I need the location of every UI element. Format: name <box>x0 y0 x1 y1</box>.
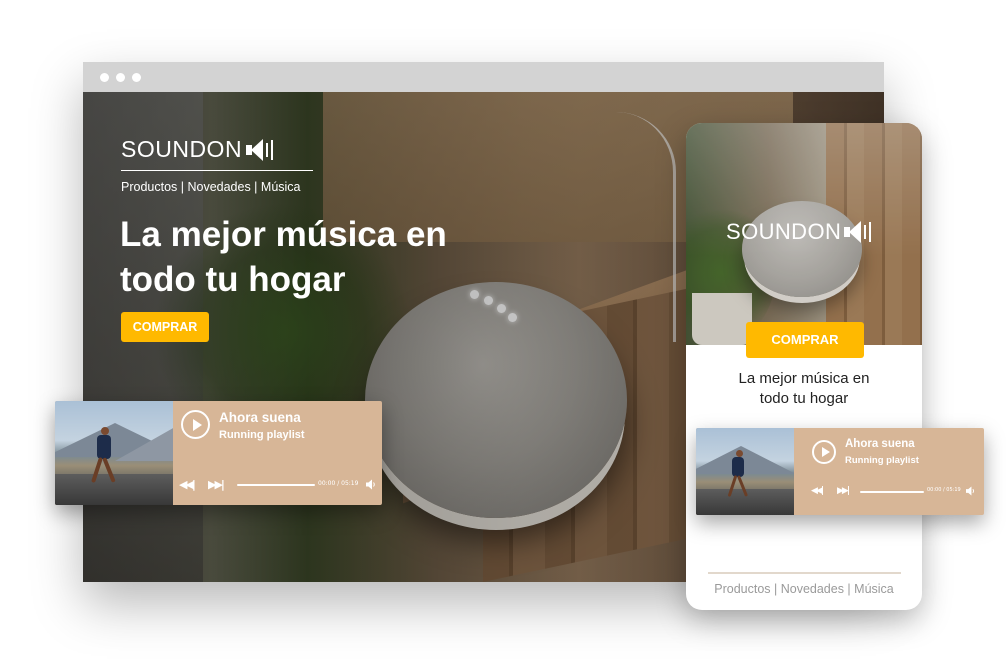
now-playing-label: Ahora suena <box>219 410 301 425</box>
music-player-desktop: Ahora suena Running playlist ◀◀| ▶▶| 00:… <box>55 401 382 505</box>
mobile-player-thumbnail <box>696 428 794 515</box>
mobile-buy-button[interactable]: COMPRAR <box>746 322 864 358</box>
mobile-headline-line1: La mejor música en <box>738 370 870 387</box>
runner-body <box>97 435 111 459</box>
playlist-name: Running playlist <box>219 429 305 441</box>
brand-logo[interactable]: SOUNDON <box>121 136 276 163</box>
brand-name: SOUNDON <box>121 136 243 162</box>
fast-forward-icon[interactable]: ▶▶| <box>837 486 850 496</box>
mobile-hero-image: SOUNDON <box>686 123 922 345</box>
play-icon[interactable] <box>181 410 210 439</box>
progress-track[interactable] <box>860 491 924 493</box>
playlist-name: Running playlist <box>845 455 919 466</box>
mobile-mock: SOUNDON COMPRAR La mejor música en todo … <box>686 123 922 610</box>
time-readout: 00:00 / 05:19 <box>927 487 961 493</box>
volume-icon[interactable] <box>966 486 976 496</box>
mobile-brand-logo[interactable]: SOUNDON <box>726 219 874 245</box>
mobile-brand-name: SOUNDON <box>726 219 842 244</box>
mobile-headline: La mejor música en todo tu hogar <box>686 369 922 409</box>
brand-divider <box>121 170 313 171</box>
music-player-mobile: Ahora suena Running playlist ◀◀| ▶▶| 00:… <box>696 428 984 515</box>
thumb-mountain <box>696 446 794 474</box>
runner-head <box>101 427 109 435</box>
volume-icon[interactable] <box>366 479 377 490</box>
window-dot-maximize[interactable] <box>132 73 141 82</box>
rewind-icon[interactable]: ◀◀| <box>811 486 824 496</box>
thumb-mountain <box>115 427 173 461</box>
window-dot-close[interactable] <box>100 73 109 82</box>
mobile-footer-divider <box>708 572 901 574</box>
rewind-icon[interactable]: ◀◀| <box>179 478 196 491</box>
time-readout: 00:00 / 05:19 <box>318 480 359 487</box>
now-playing-label: Ahora suena <box>845 438 915 450</box>
browser-toolbar <box>83 62 884 92</box>
play-icon[interactable] <box>812 440 836 464</box>
window-dot-minimize[interactable] <box>116 73 125 82</box>
hero-headline-line1: La mejor música en <box>120 215 447 254</box>
player-thumbnail <box>55 401 173 505</box>
mobile-headline-line2: todo tu hogar <box>759 390 849 407</box>
mobile-footer-nav[interactable]: Productos | Novedades | Música <box>686 582 922 596</box>
speaker-icon <box>246 138 276 162</box>
runner-body <box>732 457 744 477</box>
fast-forward-icon[interactable]: ▶▶| <box>208 478 225 491</box>
progress-track[interactable] <box>237 484 315 486</box>
buy-button[interactable]: COMPRAR <box>121 312 209 342</box>
hero-headline: La mejor música en todo tu hogar <box>120 212 540 302</box>
main-nav[interactable]: Productos | Novedades | Música <box>121 180 301 194</box>
hero-headline-line2: todo tu hogar <box>120 260 346 299</box>
runner-head <box>736 450 743 457</box>
speaker-icon <box>844 220 874 244</box>
